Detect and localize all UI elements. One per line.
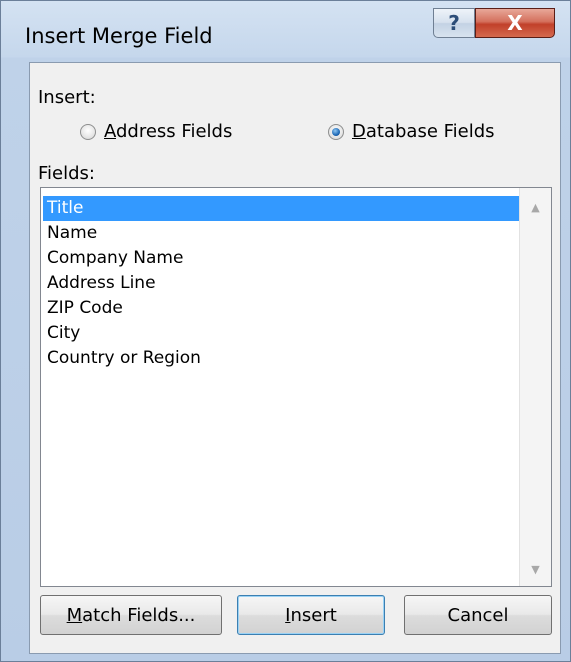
list-item[interactable]: Title (43, 196, 519, 221)
title-bar[interactable]: Insert Merge Field ? X (1, 1, 570, 61)
help-button[interactable]: ? (433, 8, 475, 38)
fields-label: Fields: (38, 163, 95, 184)
scroll-down-icon[interactable]: ▼ (520, 556, 551, 582)
list-item[interactable]: Country or Region (43, 346, 519, 371)
insert-radio-group: Address Fields Database Fields (30, 121, 560, 151)
dialog-client-area: Insert: Address Fields Database Fields F… (29, 62, 561, 654)
list-item[interactable]: Address Line (43, 271, 519, 296)
insert-label: Insert: (38, 87, 96, 108)
match-fields-button[interactable]: Match Fields... (40, 595, 222, 635)
list-item[interactable]: ZIP Code (43, 296, 519, 321)
close-button[interactable]: X (475, 8, 555, 38)
insert-merge-field-dialog: Insert Merge Field ? X Insert: Address F… (0, 0, 571, 662)
insert-button[interactable]: Insert (237, 595, 385, 635)
address-fields-radio[interactable]: Address Fields (80, 121, 232, 142)
question-mark-icon: ? (448, 11, 460, 35)
close-icon: X (507, 11, 523, 35)
address-fields-label: Address Fields (104, 121, 233, 142)
list-item[interactable]: City (43, 321, 519, 346)
database-fields-radio[interactable]: Database Fields (328, 121, 495, 142)
list-item[interactable]: Name (43, 221, 519, 246)
radio-checked-icon (328, 123, 344, 140)
match-fields-label: Match Fields... (66, 604, 196, 626)
cancel-label: Cancel (447, 604, 509, 626)
fields-listbox[interactable]: Title Name Company Name Address Line ZIP Cod… (40, 187, 552, 587)
cancel-button[interactable]: Cancel (404, 595, 552, 635)
scroll-up-icon[interactable]: ▲ (520, 194, 551, 220)
dialog-title: Insert Merge Field (25, 24, 213, 48)
insert-label-text: Insert (285, 604, 337, 626)
list-item[interactable]: Company Name (43, 246, 519, 271)
vertical-scrollbar[interactable]: ▲ ▼ (519, 188, 551, 586)
radio-unchecked-icon (80, 123, 96, 140)
fields-list: Title Name Company Name Address Line ZIP Cod… (43, 196, 519, 371)
database-fields-label: Database Fields (352, 121, 495, 142)
